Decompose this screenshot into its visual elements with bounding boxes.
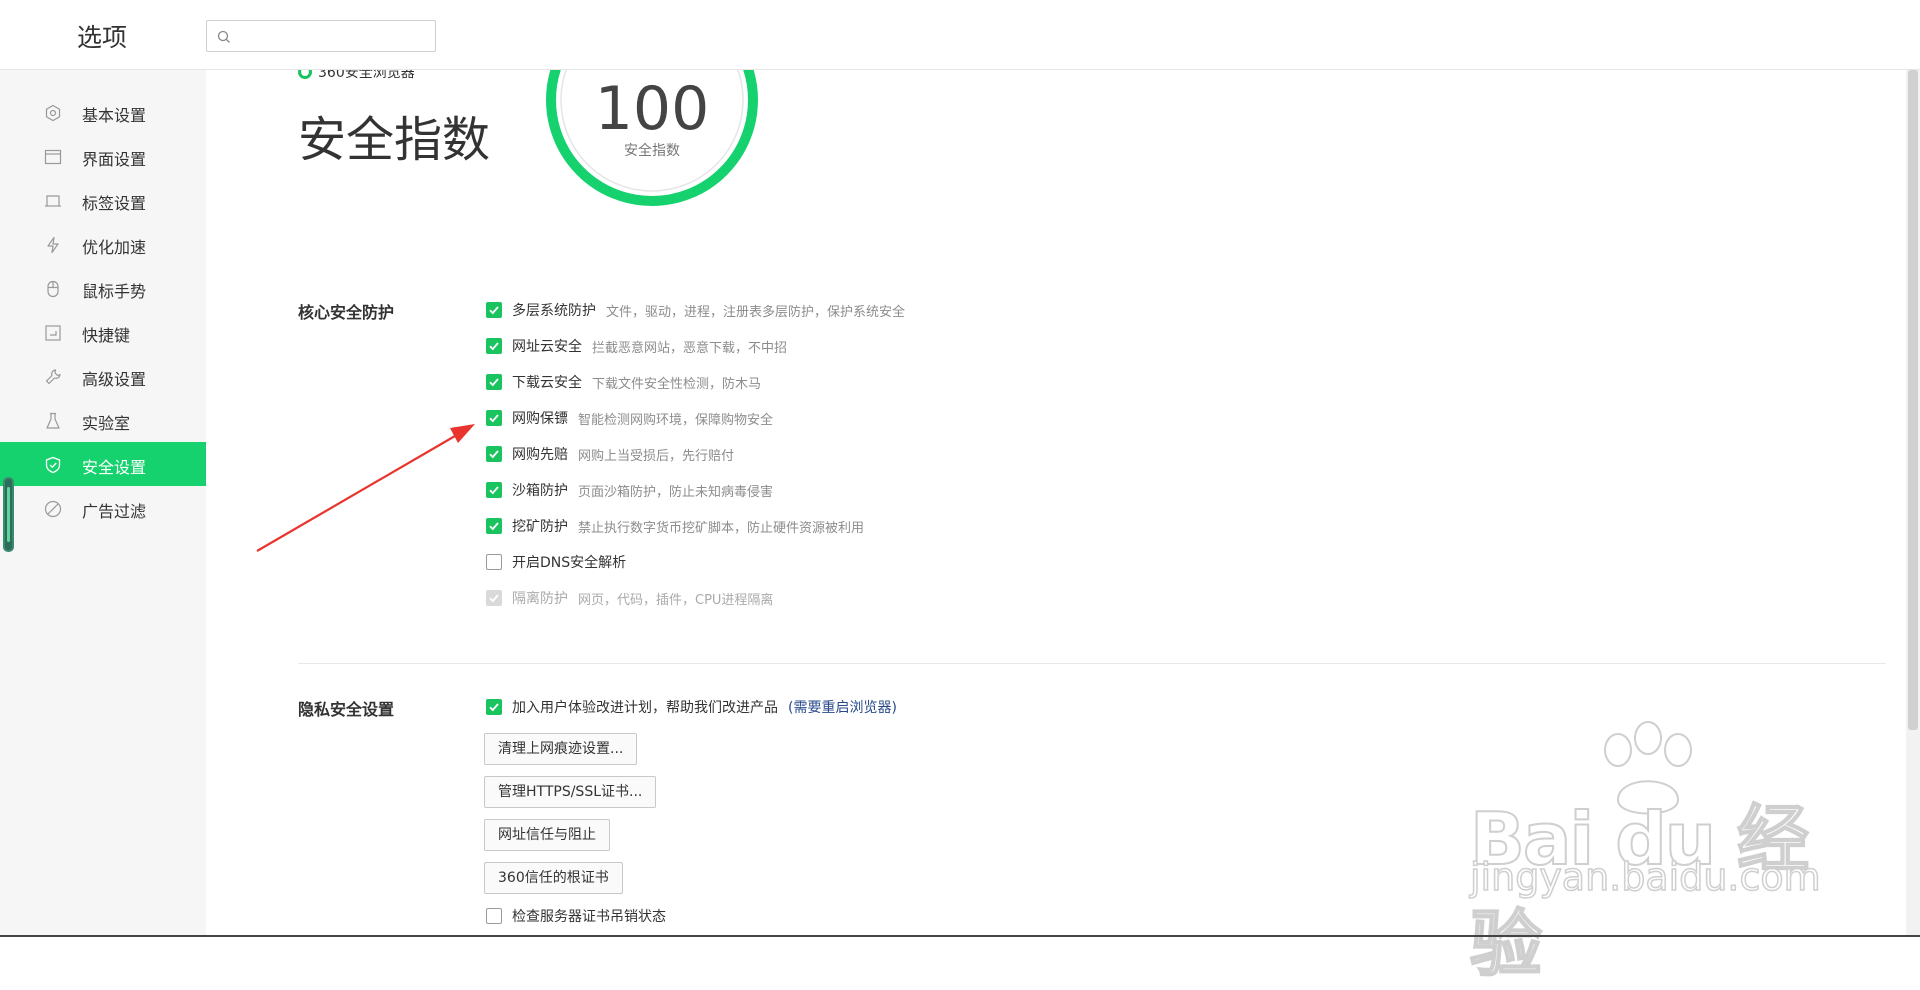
checkbox-checked[interactable] xyxy=(486,374,502,390)
option-name: 网购先赔 xyxy=(512,447,568,463)
option-sandbox-protection[interactable]: 沙箱防护 页面沙箱防护，防止未知病毒侵害 xyxy=(486,479,773,501)
checkbox-checked[interactable] xyxy=(486,410,502,426)
sidebar-item-label: 快捷键 xyxy=(82,326,131,345)
sidebar-item-label: 优化加速 xyxy=(82,238,147,257)
page-title: 选项 xyxy=(77,23,128,52)
checkbox-checked[interactable] xyxy=(486,699,502,715)
sidebar-item-label: 实验室 xyxy=(82,414,131,433)
option-shopping-compensation[interactable]: 网购先赔 网购上当受损后，先行赔付 xyxy=(486,443,734,465)
browser-logo-icon xyxy=(298,70,312,79)
option-name: 网址云安全 xyxy=(512,339,582,355)
block-icon xyxy=(43,499,63,519)
sidebar-item-speedup[interactable]: 优化加速 xyxy=(0,222,206,266)
sidebar-item-adblock[interactable]: 广告过滤 xyxy=(0,486,206,530)
sidebar-item-tabs[interactable]: 标签设置 xyxy=(0,178,206,222)
search-icon xyxy=(217,30,230,43)
sidebar-item-label: 广告过滤 xyxy=(82,502,147,521)
option-mining-protection[interactable]: 挖矿防护 禁止执行数字货币挖矿脚本，防止硬件资源被利用 xyxy=(486,515,864,537)
keyboard-icon xyxy=(43,323,63,343)
lightning-icon xyxy=(43,235,63,255)
option-name: 网购保镖 xyxy=(512,411,568,427)
option-desc: 文件，驱动，进程，注册表多层防护，保护系统安全 xyxy=(606,304,906,320)
option-desc: 禁止执行数字货币挖矿脚本，防止硬件资源被利用 xyxy=(578,520,865,536)
score-value: 100 xyxy=(594,74,710,144)
brand-line: 360安全浏览器 xyxy=(298,70,415,82)
sidebar-item-label: 高级设置 xyxy=(82,370,147,389)
sidebar-item-label: 界面设置 xyxy=(82,150,147,169)
sidebar-item-mouse-gesture[interactable]: 鼠标手势 xyxy=(0,266,206,310)
option-name: 检查服务器证书吊销状态 xyxy=(512,909,666,925)
option-download-cloud-security[interactable]: 下载云安全 下载文件安全性检测，防木马 xyxy=(486,371,761,393)
url-trust-block-button[interactable]: 网址信任与阻止 xyxy=(484,819,610,851)
checkbox-checked[interactable] xyxy=(486,518,502,534)
sidebar-item-shortcuts[interactable]: 快捷键 xyxy=(0,310,206,354)
option-name: 下载云安全 xyxy=(512,375,582,391)
option-name: 开启DNS安全解析 xyxy=(512,555,627,571)
restart-note: (需要重启浏览器) xyxy=(788,700,897,716)
scrollbar-thumb[interactable] xyxy=(1908,70,1918,730)
sidebar: 基本设置 界面设置 标签设置 优化加速 鼠标手势 快捷键 高级设置 实验室 安全… xyxy=(0,70,206,937)
baidu-watermark: Bai du 经验 jingyan.baidu.com xyxy=(1469,720,1830,987)
core-security-title: 核心安全防护 xyxy=(298,303,395,322)
window-icon xyxy=(43,147,63,167)
side-drag-handle[interactable] xyxy=(3,477,14,552)
option-name: 挖矿防护 xyxy=(512,519,568,535)
checkbox-unchecked[interactable] xyxy=(486,908,502,924)
option-name: 多层系统防护 xyxy=(512,303,596,319)
option-desc: 下载文件安全性检测，防木马 xyxy=(592,376,762,392)
tab-icon xyxy=(43,191,63,211)
wrench-icon xyxy=(43,367,63,387)
option-url-cloud-security[interactable]: 网址云安全 拦截恶意网站，恶意下载，不中招 xyxy=(486,335,787,357)
sidebar-item-interface[interactable]: 界面设置 xyxy=(0,134,206,178)
option-desc: 拦截恶意网站，恶意下载，不中招 xyxy=(592,340,788,356)
sidebar-item-label: 安全设置 xyxy=(82,458,147,477)
option-cert-revocation-check[interactable]: 检查服务器证书吊销状态 xyxy=(486,905,666,927)
score-label: 安全指数 xyxy=(624,143,680,159)
checkbox-disabled xyxy=(486,590,502,606)
option-shopping-guard[interactable]: 网购保镖 智能检测网购环境，保障购物安全 xyxy=(486,407,773,429)
option-multilayer-protection[interactable]: 多层系统防护 文件，驱动，进程，注册表多层防护，保护系统安全 xyxy=(486,299,905,321)
option-name: 沙箱防护 xyxy=(512,483,568,499)
sidebar-item-label: 鼠标手势 xyxy=(82,282,147,301)
brand-name: 360安全浏览器 xyxy=(318,70,415,81)
sidebar-item-advanced[interactable]: 高级设置 xyxy=(0,354,206,398)
watermark-url: jingyan.baidu.com xyxy=(1469,854,1821,900)
checkbox-checked[interactable] xyxy=(486,302,502,318)
option-dns-security[interactable]: 开启DNS安全解析 xyxy=(486,551,626,573)
option-desc: 智能检测网购环境，保障购物安全 xyxy=(578,412,774,428)
option-name: 隔离防护 xyxy=(512,591,568,607)
option-desc: 网购上当受损后，先行赔付 xyxy=(578,448,735,464)
option-name: 加入用户体验改进计划，帮助我们改进产品 xyxy=(512,700,778,716)
option-isolation-protection: 隔离防护 网页，代码，插件，CPU进程隔离 xyxy=(486,587,773,609)
option-desc: 页面沙箱防护，防止未知病毒侵害 xyxy=(578,484,774,500)
shield-icon xyxy=(43,455,63,475)
manage-ssl-certificates-button[interactable]: 管理HTTPS/SSL证书... xyxy=(484,776,657,808)
sidebar-item-label: 基本设置 xyxy=(82,106,147,125)
flask-icon xyxy=(43,411,63,431)
sidebar-item-security[interactable]: 安全设置 xyxy=(0,442,206,486)
search-input[interactable] xyxy=(206,20,436,52)
section-divider xyxy=(298,663,1886,664)
sidebar-item-lab[interactable]: 实验室 xyxy=(0,398,206,442)
option-desc: 网页，代码，插件，CPU进程隔离 xyxy=(578,592,774,608)
checkbox-checked[interactable] xyxy=(486,446,502,462)
mouse-icon xyxy=(43,279,63,299)
clear-history-settings-button[interactable]: 清理上网痕迹设置... xyxy=(484,733,638,765)
option-ux-plan[interactable]: 加入用户体验改进计划，帮助我们改进产品 (需要重启浏览器) xyxy=(486,696,897,718)
sidebar-item-basic[interactable]: 基本设置 xyxy=(0,90,206,134)
sidebar-item-label: 标签设置 xyxy=(82,194,147,213)
checkbox-checked[interactable] xyxy=(486,482,502,498)
trusted-root-certs-button[interactable]: 360信任的根证书 xyxy=(484,862,623,894)
top-bar: 选项 xyxy=(0,0,1920,70)
security-index-title: 安全指数 xyxy=(298,112,491,168)
gear-icon xyxy=(43,103,63,123)
checkbox-checked[interactable] xyxy=(486,338,502,354)
checkbox-unchecked[interactable] xyxy=(486,554,502,570)
privacy-security-title: 隐私安全设置 xyxy=(298,700,395,719)
